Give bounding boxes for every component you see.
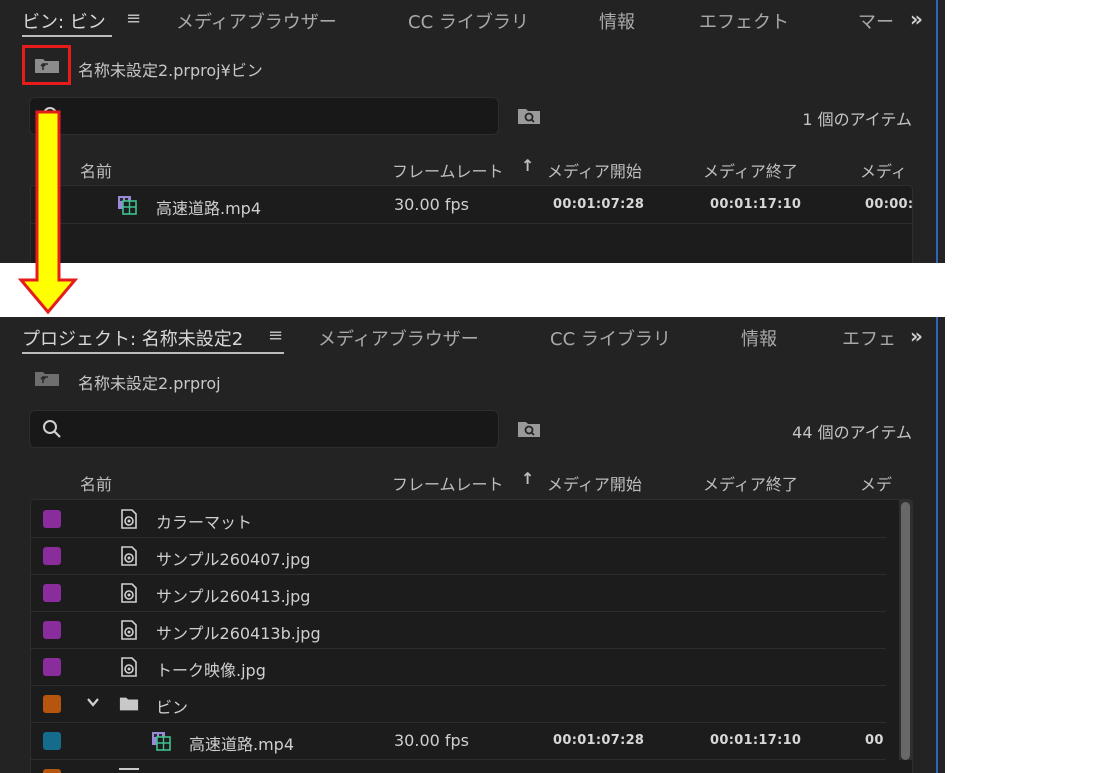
tab-media-browser[interactable]: メディアブラウザー — [176, 8, 337, 34]
clip-media-end: 00:01:17:10 — [710, 197, 802, 212]
tab-bin[interactable]: ビン: ビン — [22, 8, 106, 34]
tab-cc-libraries[interactable]: CC ライブラリ — [550, 325, 671, 351]
label-color-swatch[interactable] — [43, 621, 61, 639]
find-icon[interactable] — [517, 420, 541, 438]
column-media-end[interactable]: メディア終了 — [703, 158, 798, 182]
item-name: サンプル260407.jpg — [156, 550, 311, 569]
clip-media-more: 00:00: — [865, 197, 913, 212]
column-media-start[interactable]: メディア開始 — [547, 158, 642, 182]
list-item-partial[interactable] — [31, 759, 886, 773]
tab-effects[interactable]: エフェクト — [699, 8, 789, 34]
bin-path: 名称未設定2.prproj¥ビン — [78, 61, 263, 80]
label-color-swatch[interactable] — [43, 732, 61, 750]
item-count: 44 個のアイテム — [792, 423, 912, 442]
down-arrow-annotation — [18, 110, 78, 315]
label-color-swatch[interactable] — [43, 769, 61, 773]
active-tab-underline — [22, 35, 112, 37]
sort-ascending-icon: ↑ — [521, 469, 535, 488]
panel-focus-border — [936, 317, 938, 773]
list-item[interactable]: 高速道路.mp4 30.00 fps 00:01:07:28 00:01:17:… — [31, 186, 912, 224]
item-name: サンプル260413.jpg — [156, 587, 311, 606]
label-color-swatch[interactable] — [43, 584, 61, 602]
list-item[interactable]: サンプル260413.jpg — [31, 574, 886, 612]
list-item[interactable]: トーク映像.jpg — [31, 648, 886, 686]
label-color-swatch[interactable] — [43, 510, 61, 528]
clip-media-start: 00:01:07:28 — [553, 733, 645, 748]
bin-panel: ビン: ビン ≡ メディアブラウザー CC ライブラリ 情報 エフェクト マー … — [0, 0, 945, 263]
item-name: サンプル260413b.jpg — [156, 624, 321, 643]
panel-menu-icon[interactable]: ≡ — [126, 8, 141, 29]
search-input[interactable] — [29, 97, 499, 135]
folder-icon — [119, 768, 139, 770]
item-name: ビン — [156, 698, 189, 717]
list-item-bin[interactable]: ビン — [31, 685, 886, 723]
label-color-swatch[interactable] — [43, 658, 61, 676]
still-image-icon — [121, 620, 137, 640]
item-count: 1 個のアイテム — [802, 110, 912, 129]
tab-info[interactable]: 情報 — [741, 325, 777, 351]
still-image-icon — [121, 509, 137, 529]
clip-media-start: 00:01:07:28 — [553, 197, 645, 212]
scrollbar-thumb[interactable] — [901, 502, 910, 760]
sort-ascending-icon: ↑ — [521, 156, 535, 175]
tab-info[interactable]: 情報 — [599, 8, 635, 34]
video-clip-icon — [152, 732, 171, 751]
folder-icon — [119, 697, 139, 711]
tab-markers[interactable]: マー — [858, 8, 894, 34]
clip-media-more: 00 — [865, 733, 884, 748]
column-media-more[interactable]: メディ — [860, 158, 907, 182]
column-frame-rate[interactable]: フレームレート — [392, 158, 504, 182]
column-name[interactable]: 名前 — [80, 158, 112, 182]
column-name[interactable]: 名前 — [80, 471, 112, 495]
tab-overflow-icon[interactable]: » — [910, 324, 923, 348]
chevron-down-icon[interactable] — [86, 695, 100, 709]
project-item-list: カラーマット サンプル260407.jpg サンプル260413.jpg サンプ… — [30, 499, 913, 773]
bin-item-list: 高速道路.mp4 30.00 fps 00:01:07:28 00:01:17:… — [30, 185, 913, 263]
tab-effects[interactable]: エフェ — [842, 325, 896, 351]
project-panel: プロジェクト: 名称未設定2 ≡ メディアブラウザー CC ライブラリ 情報 エ… — [0, 317, 945, 773]
clip-frame-rate: 30.00 fps — [394, 195, 470, 214]
list-item[interactable]: カラーマット — [31, 500, 886, 538]
column-media-end[interactable]: メディア終了 — [703, 471, 798, 495]
list-scrollbar[interactable] — [899, 500, 912, 760]
video-clip-icon — [118, 196, 137, 215]
label-color-swatch[interactable] — [43, 547, 61, 565]
search-icon — [43, 420, 61, 438]
panel-menu-icon[interactable]: ≡ — [268, 325, 283, 346]
clip-media-end: 00:01:17:10 — [710, 733, 802, 748]
clip-name: 高速道路.mp4 — [156, 199, 262, 218]
tab-project[interactable]: プロジェクト: 名称未設定2 — [22, 325, 243, 351]
column-frame-rate[interactable]: フレームレート — [392, 471, 504, 495]
search-input[interactable] — [29, 410, 499, 448]
list-item[interactable]: サンプル260413b.jpg — [31, 611, 886, 649]
list-item[interactable]: 高速道路.mp4 30.00 fps 00:01:07:28 00:01:17:… — [31, 722, 886, 760]
panel-tab-bar: ビン: ビン ≡ メディアブラウザー CC ライブラリ 情報 エフェクト マー … — [0, 0, 945, 44]
panel-tab-bar: プロジェクト: 名称未設定2 ≡ メディアブラウザー CC ライブラリ 情報 エ… — [0, 317, 945, 361]
item-name: カラーマット — [156, 513, 253, 532]
label-color-swatch[interactable] — [43, 695, 61, 713]
clip-name: 高速道路.mp4 — [189, 735, 295, 754]
find-icon[interactable] — [517, 107, 541, 125]
tab-cc-libraries[interactable]: CC ライブラリ — [408, 8, 529, 34]
column-media-more[interactable]: メデ — [860, 471, 892, 495]
still-image-icon — [121, 657, 137, 677]
column-media-start[interactable]: メディア開始 — [547, 471, 642, 495]
item-name: トーク映像.jpg — [156, 661, 266, 680]
clip-frame-rate: 30.00 fps — [394, 731, 470, 750]
active-tab-underline — [22, 352, 284, 354]
parent-folder-icon[interactable] — [34, 369, 60, 387]
still-image-icon — [121, 583, 137, 603]
project-path: 名称未設定2.prproj — [78, 374, 221, 393]
still-image-icon — [121, 546, 137, 566]
list-item[interactable]: サンプル260407.jpg — [31, 537, 886, 575]
tab-overflow-icon[interactable]: » — [910, 7, 923, 31]
highlight-box — [22, 45, 71, 85]
tab-media-browser[interactable]: メディアブラウザー — [318, 325, 479, 351]
